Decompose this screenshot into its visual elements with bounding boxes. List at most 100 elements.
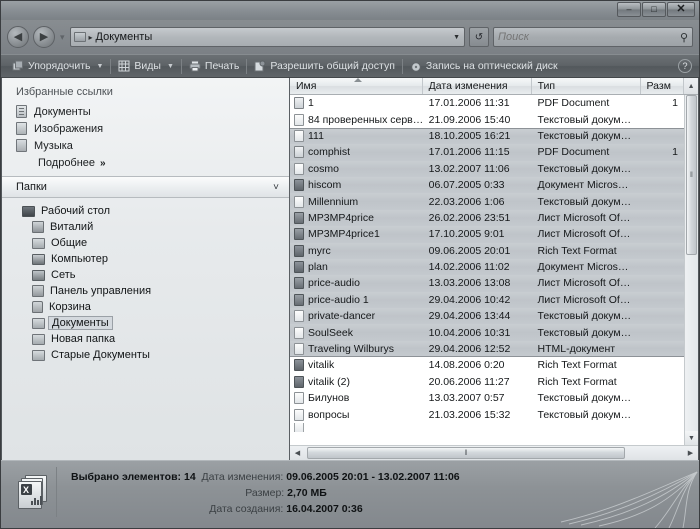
table-row[interactable]: vitalik14.08.2006 0:20Rich Text Format — [290, 357, 684, 373]
share-button[interactable]: Разрешить общий доступ — [249, 58, 400, 74]
column-header-name[interactable]: Имя — [290, 78, 423, 94]
tree-item-label: Рабочий стол — [41, 205, 110, 217]
file-name-cell[interactable]: MP3MP4price1 — [290, 228, 423, 240]
folders-section-header[interactable]: Папки ˅ — [2, 176, 289, 198]
organize-button[interactable]: Упорядочить ▼ — [7, 58, 108, 74]
horizontal-scrollbar[interactable]: ◀ ‖ ▶ — [290, 445, 698, 460]
file-name-cell[interactable]: hiscom — [290, 179, 423, 191]
breadcrumb[interactable]: ▸ Документы ▼ — [70, 27, 465, 47]
table-row[interactable]: MP3MP4price117.10.2005 9:01Лист Microsof… — [290, 226, 684, 242]
file-name-label: 1 — [308, 97, 314, 109]
refresh-button[interactable]: ↺ — [469, 27, 489, 47]
minimize-button[interactable]: – — [617, 2, 641, 17]
table-row[interactable]: private-dancer29.04.2006 13:44Текстовый … — [290, 308, 684, 324]
table-row[interactable]: Билунов13.03.2007 0:57Текстовый докум… — [290, 390, 684, 406]
tree-item-desktop[interactable]: Рабочий стол — [2, 203, 289, 219]
tree-item-computer[interactable]: Компьютер — [2, 251, 289, 267]
file-name-cell[interactable] — [290, 423, 423, 432]
back-button[interactable]: ◀ — [7, 26, 29, 48]
scroll-up-button[interactable]: ▲ — [684, 78, 698, 94]
file-name-cell[interactable]: vitalik — [290, 359, 423, 371]
file-name-cell[interactable]: Билунов — [290, 392, 423, 404]
file-name-cell[interactable]: cosmo — [290, 163, 423, 175]
file-name-cell[interactable]: 84 проверенных серв… — [290, 114, 423, 126]
file-name-cell[interactable]: private-dancer — [290, 310, 423, 322]
close-button[interactable]: ✕ — [667, 2, 695, 17]
tree-item-recycle-bin[interactable]: Корзина — [2, 299, 289, 315]
txt-file-icon — [294, 130, 304, 142]
chevron-down-icon[interactable]: ▼ — [453, 34, 460, 41]
table-row[interactable]: MP3MP4price26.02.2006 23:51Лист Microsof… — [290, 210, 684, 226]
file-date-cell: 10.04.2006 10:31 — [423, 327, 532, 339]
vertical-scroll-track[interactable]: ‖ — [685, 95, 698, 431]
file-name-cell[interactable]: 111 — [290, 130, 423, 142]
table-row[interactable]: cosmo13.02.2007 11:06Текстовый докум… — [290, 161, 684, 177]
search-input[interactable] — [498, 31, 680, 43]
file-name-cell[interactable]: Millennium — [290, 196, 423, 208]
file-name-cell[interactable]: plan — [290, 261, 423, 273]
file-name-cell[interactable]: MP3MP4price — [290, 212, 423, 224]
file-name-cell[interactable]: price-audio — [290, 277, 423, 289]
maximize-icon: □ — [651, 5, 656, 14]
table-row[interactable]: 84 проверенных серв…21.09.2006 15:40Текс… — [290, 111, 684, 127]
scroll-down-button[interactable]: ▼ — [685, 431, 698, 445]
tree-item-control-panel[interactable]: Панель управления — [2, 283, 289, 299]
table-row[interactable]: Traveling Wilburys29.04.2006 12:52HTML-д… — [290, 341, 684, 357]
file-name-cell[interactable]: price-audio 1 — [290, 294, 423, 306]
table-row[interactable]: вопросы21.03.2006 15:32Текстовый докум… — [290, 406, 684, 422]
scroll-right-button[interactable]: ▶ — [683, 446, 698, 460]
column-header-date-label: Дата изменения — [429, 80, 508, 92]
table-row[interactable]: hiscom06.07.2005 0:33Документ Micros… — [290, 177, 684, 193]
file-name-cell[interactable]: myrc — [290, 245, 423, 257]
column-header-size[interactable]: Разм — [641, 78, 685, 94]
forward-button[interactable]: ▶ — [33, 26, 55, 48]
table-row[interactable]: price-audio 129.04.2006 10:42Лист Micros… — [290, 292, 684, 308]
sidebar-item-documents[interactable]: Документы — [2, 103, 289, 120]
table-row[interactable]: 117.01.2006 11:31PDF Document1 — [290, 95, 684, 111]
vertical-scrollbar[interactable]: ‖ ▼ — [684, 95, 698, 445]
grip-icon: ‖ — [465, 450, 468, 457]
table-row[interactable] — [290, 423, 684, 432]
table-row[interactable]: SoulSeek10.04.2006 10:31Текстовый докум… — [290, 324, 684, 340]
burn-button[interactable]: Запись на оптический диск — [405, 58, 563, 74]
tree-item-old-documents[interactable]: Старые Документы — [2, 347, 289, 363]
maximize-button[interactable]: □ — [642, 2, 666, 17]
table-row[interactable]: myrc09.06.2005 20:01Rich Text Format — [290, 243, 684, 259]
tree-item-vitaliy[interactable]: Виталий — [2, 219, 289, 235]
tree-item-new-folder[interactable]: Новая папка — [2, 331, 289, 347]
table-row[interactable]: price-audio13.03.2006 13:08Лист Microsof… — [290, 275, 684, 291]
nav-history-dropdown[interactable]: ▾ — [60, 32, 65, 43]
table-row[interactable]: comphist17.01.2006 11:15PDF Document1 — [290, 144, 684, 160]
help-button[interactable]: ? — [678, 59, 692, 73]
horizontal-scroll-thumb[interactable]: ‖ — [307, 447, 625, 459]
organize-label: Упорядочить — [28, 60, 90, 72]
tree-item-network[interactable]: Сеть — [2, 267, 289, 283]
breadcrumb-path[interactable]: Документы — [96, 31, 153, 43]
column-header-type[interactable]: Тип — [532, 78, 641, 94]
file-name-cell[interactable]: 1 — [290, 97, 423, 109]
search-box[interactable]: ⚲ — [493, 27, 693, 47]
file-name-cell[interactable]: comphist — [290, 146, 423, 158]
more-links-button[interactable]: Подробнее » — [2, 154, 289, 176]
tree-item-label: Новая папка — [51, 333, 115, 345]
views-button[interactable]: Виды ▼ — [113, 58, 178, 74]
vertical-scroll-thumb[interactable]: ‖ — [686, 95, 697, 255]
scroll-left-button[interactable]: ◀ — [290, 446, 305, 460]
tree-item-documents[interactable]: Документы — [2, 315, 289, 331]
column-header-date[interactable]: Дата изменения — [423, 78, 532, 94]
horizontal-scroll-track[interactable]: ‖ — [305, 446, 683, 460]
table-row[interactable]: vitalik (2)20.06.2006 11:27Rich Text For… — [290, 374, 684, 390]
file-name-label: vitalik (2) — [308, 376, 350, 388]
file-list-pane: Имя Дата изменения Тип Разм ▲ 117.01.200… — [290, 78, 698, 460]
file-name-cell[interactable]: Traveling Wilburys — [290, 343, 423, 355]
table-row[interactable]: plan14.02.2006 11:02Документ Micros… — [290, 259, 684, 275]
file-name-cell[interactable]: вопросы — [290, 409, 423, 421]
tree-item-public[interactable]: Общие — [2, 235, 289, 251]
sidebar-item-pictures[interactable]: Изображения — [2, 120, 289, 137]
print-button[interactable]: Печать — [184, 58, 244, 74]
table-row[interactable]: Millennium22.03.2006 1:06Текстовый докум… — [290, 193, 684, 209]
file-name-cell[interactable]: vitalik (2) — [290, 376, 423, 388]
table-row[interactable]: 11118.10.2005 16:21Текстовый докум… — [290, 128, 684, 144]
file-name-cell[interactable]: SoulSeek — [290, 327, 423, 339]
sidebar-item-music[interactable]: Музыка — [2, 137, 289, 154]
